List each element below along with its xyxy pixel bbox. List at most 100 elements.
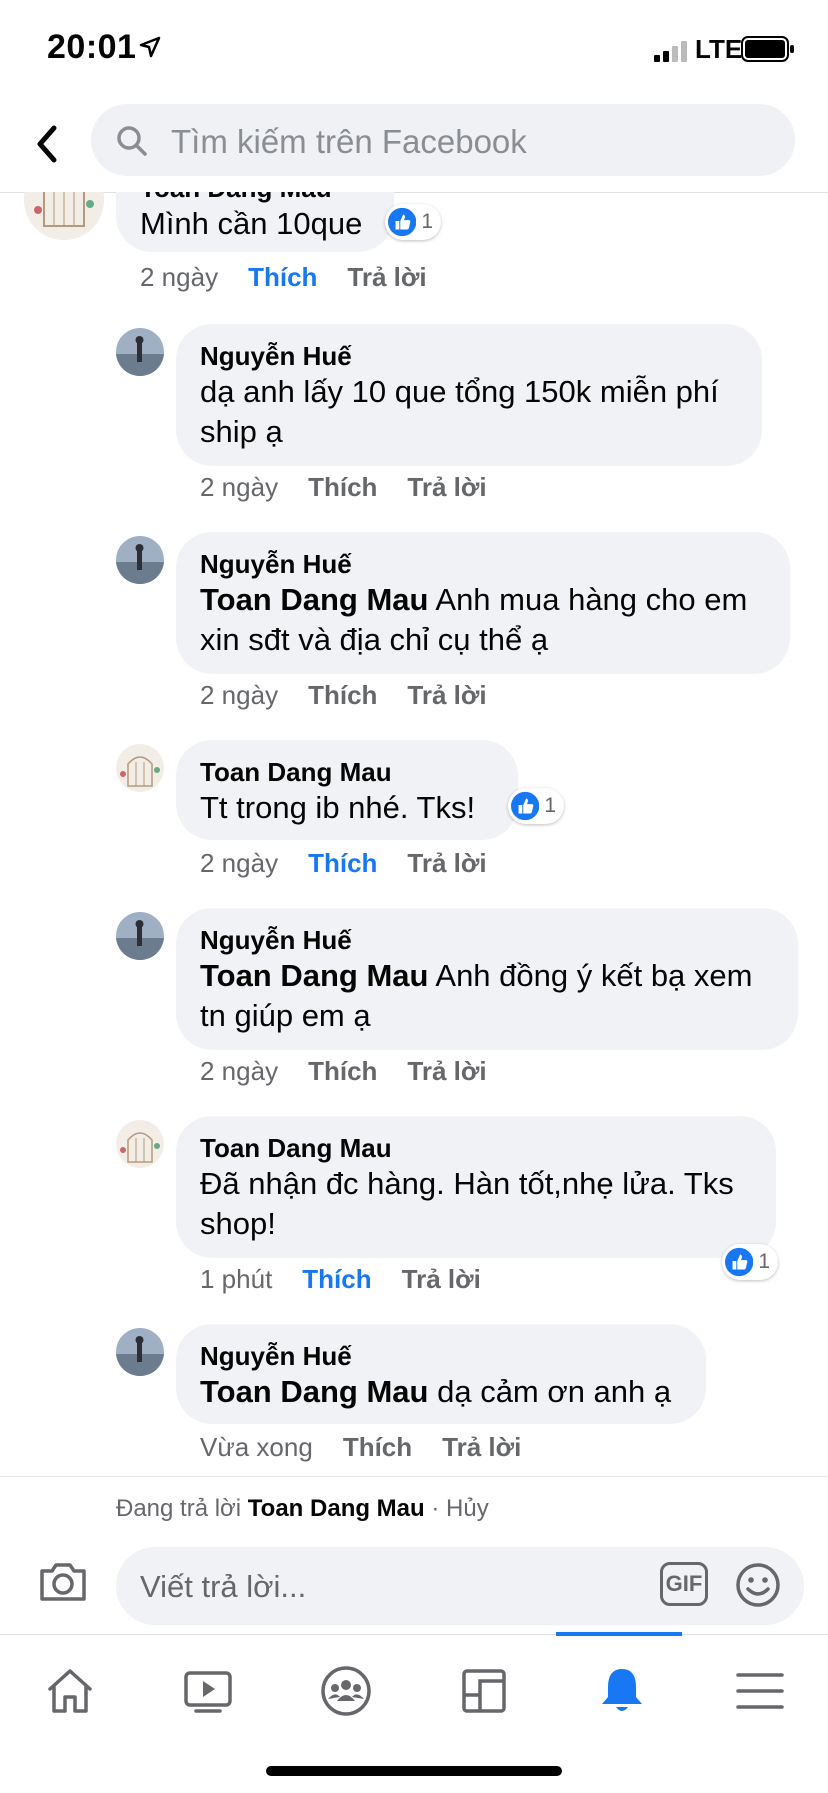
comment-author[interactable]: Nguyễn Huế [200,924,774,956]
tab-watch[interactable] [138,1635,276,1735]
comment-actions: 2 ngày Thích Trả lời [200,472,517,503]
comment-bubble[interactable]: Nguyễn Huế Toan Dang Mau dạ cảm ơn anh ạ [176,1324,706,1424]
comment-time[interactable]: 2 ngày [200,848,278,878]
like-button[interactable]: Thích [308,680,377,710]
comment-bubble[interactable]: Toan Dang Mau Đã nhận đc hàng. Hàn tốt,n… [176,1116,776,1258]
reply-button[interactable]: Trả lời [347,262,426,292]
gif-icon[interactable]: GIF [660,1562,708,1606]
comment-time[interactable]: Vừa xong [200,1432,313,1462]
watch-icon [184,1671,232,1713]
home-indicator[interactable] [266,1766,562,1776]
reply-button[interactable]: Trả lời [407,680,486,710]
reaction-count: 1 [421,210,433,233]
comment-bubble[interactable]: Nguyễn Huế Toan Dang Mau Anh mua hàng ch… [176,532,790,674]
comment-bubble[interactable]: Toan Dang Mau Tt trong ib nhé. Tks! [176,740,518,840]
comment-body: dạ cảm ơn anh ạ [428,1374,672,1409]
menu-icon [736,1673,784,1709]
avatar[interactable] [116,1120,164,1168]
reply-composer: Đang trả lời Toan Dang Mau · Hủy Viết tr… [0,1476,828,1635]
like-button[interactable]: Thích [308,472,377,502]
comment-time[interactable]: 2 ngày [140,262,218,292]
comment: Nguyễn Huế dạ anh lấy 10 que tổng 150k m… [0,324,828,508]
comment-list: Toan Dang Mau Mình cần 10que 1 2 ngày Thí… [0,192,828,1476]
comment-time[interactable]: 2 ngày [200,472,278,502]
comment-text: dạ anh lấy 10 que tổng 150k miễn phí shi… [200,374,719,449]
reply-button[interactable]: Trả lời [407,848,486,878]
reply-button[interactable]: Trả lời [407,1056,486,1086]
comment-author[interactable]: Toan Dang Mau [140,192,370,204]
replying-to-name: Toan Dang Mau [247,1495,425,1522]
pages-icon [462,1669,506,1713]
avatar[interactable] [116,912,164,960]
like-reaction-icon [511,791,540,821]
reply-button[interactable]: Trả lời [402,1264,481,1294]
comment: Nguyễn Huế Toan Dang Mau dạ cảm ơn anh ạ… [0,1324,828,1468]
comment-time[interactable]: 2 ngày [200,680,278,710]
comment: Toan Dang Mau Mình cần 10que 1 2 ngày Thí… [0,192,828,302]
reply-button[interactable]: Trả lời [442,1432,521,1462]
signal-bars-icon [654,41,687,62]
comment-author[interactable]: Nguyễn Huế [200,340,738,372]
avatar[interactable] [116,1328,164,1376]
comment-actions: 2 ngày Thích Trả lời [200,848,517,879]
location-arrow-icon [139,36,161,58]
tab-groups[interactable] [276,1635,414,1735]
comment-author[interactable]: Nguyễn Huế [200,548,766,580]
comment-text: Đã nhận đc hàng. Hàn tốt,nhẹ lửa. Tks sh… [200,1166,734,1241]
back-arrow-icon[interactable] [28,118,68,170]
mention[interactable]: Toan Dang Mau [200,1374,428,1409]
comment-time[interactable]: 1 phút [200,1264,272,1294]
tab-home[interactable] [0,1635,138,1735]
search-icon [117,126,147,156]
comment-text: Toan Dang Mau Anh mua hàng cho em xin sđ… [200,580,766,660]
battery-icon [741,36,794,62]
emoji-icon[interactable] [734,1561,782,1609]
comment: Toan Dang Mau Tt trong ib nhé. Tks! 1 2 … [0,740,828,894]
avatar[interactable] [116,536,164,584]
replying-prefix: Đang trả lời [116,1495,248,1522]
comment-actions: Vừa xong Thích Trả lời [200,1432,551,1463]
like-button[interactable]: Thích [308,848,377,878]
comment-text: Tt trong ib nhé. Tks! [200,790,476,825]
comment: Nguyễn Huế Toan Dang Mau Anh mua hàng ch… [0,532,828,716]
like-button[interactable]: Thích [248,262,317,292]
avatar[interactable] [116,328,164,376]
comment-bubble[interactable]: Nguyễn Huế Toan Dang Mau Anh đồng ý kết … [176,908,798,1050]
notifications-icon [602,1669,642,1711]
search-input[interactable]: Tìm kiếm trên Facebook [91,104,795,176]
reply-button[interactable]: Trả lời [407,472,486,502]
replying-to-label: Đang trả lời Toan Dang Mau · Hủy [116,1495,489,1523]
reaction-badge[interactable]: 1 [385,204,441,240]
comment-actions: 2 ngày Thích Trả lời [140,262,457,293]
reaction-badge[interactable]: 1 [722,1244,778,1280]
comment-actions: 2 ngày Thích Trả lời [200,680,517,711]
search-header: Tìm kiếm trên Facebook [0,96,828,193]
comment-actions: 1 phút Thích Trả lời [200,1264,511,1295]
like-button[interactable]: Thích [308,1056,377,1086]
tab-menu[interactable] [690,1635,828,1735]
comment-author[interactable]: Toan Dang Mau [200,1132,752,1164]
mention[interactable]: Toan Dang Mau [200,958,428,993]
comment-bubble[interactable]: Nguyễn Huế dạ anh lấy 10 que tổng 150k m… [176,324,762,466]
comment-text: Toan Dang Mau dạ cảm ơn anh ạ [200,1372,682,1412]
avatar[interactable] [116,744,164,792]
comment-bubble[interactable]: Toan Dang Mau Mình cần 10que [116,192,394,252]
comment-author[interactable]: Nguyễn Huế [200,1340,682,1372]
reaction-count: 1 [758,1250,770,1273]
status-time: 20:01 [47,28,137,66]
cancel-reply-button[interactable]: · Hủy [425,1495,488,1522]
camera-icon[interactable] [38,1559,88,1603]
tab-notifications[interactable] [552,1635,690,1735]
comment-author[interactable]: Toan Dang Mau [200,756,494,788]
like-button[interactable]: Thích [343,1432,412,1462]
reaction-badge[interactable]: 1 [508,788,564,824]
tab-pages[interactable] [414,1635,552,1735]
avatar[interactable] [24,192,104,240]
comment-time[interactable]: 2 ngày [200,1056,278,1086]
reply-input[interactable]: Viết trả lời... GIF [116,1547,804,1625]
reaction-count: 1 [544,794,556,817]
mention[interactable]: Toan Dang Mau [200,582,428,617]
network-type: LTE [695,34,743,64]
like-button[interactable]: Thích [302,1264,371,1294]
comment-text: Mình cần 10que [140,206,363,241]
